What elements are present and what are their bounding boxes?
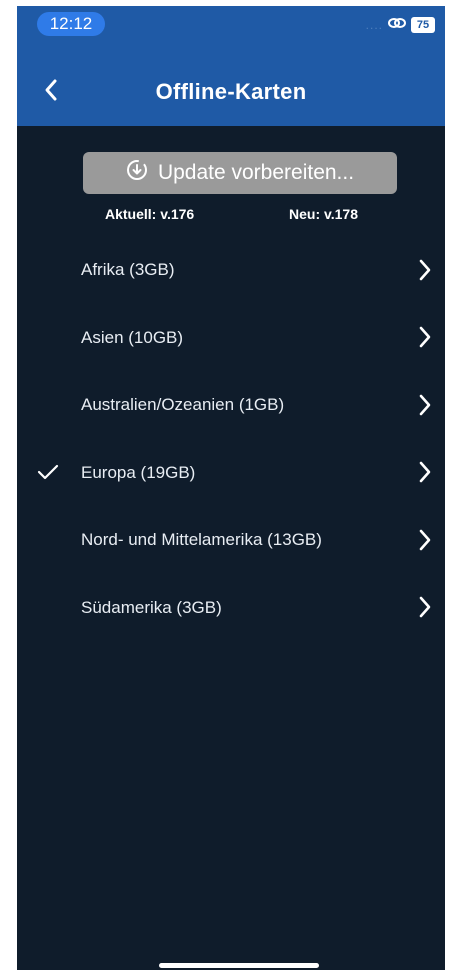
region-label: Asien (10GB) xyxy=(81,327,184,347)
status-icons: .... 75 xyxy=(366,14,435,36)
version-info: Aktuell: v.176 Neu: v.178 xyxy=(17,206,445,226)
chevron-right-icon xyxy=(413,304,437,372)
update-prepare-button[interactable]: Update vorbereiten... xyxy=(83,152,397,194)
status-time: 12:12 xyxy=(37,12,105,36)
region-label: Südamerika (3GB) xyxy=(81,597,222,617)
region-label: Europa (19GB) xyxy=(81,462,196,482)
status-bar: 12:12 .... 75 xyxy=(17,6,445,46)
update-button-label: Update vorbereiten... xyxy=(157,161,355,184)
current-version: Aktuell: v.176 xyxy=(105,206,195,222)
chevron-right-icon xyxy=(413,371,437,439)
header-bar: 12:12 .... 75 Offline-Karten xyxy=(17,6,445,126)
page-title: Offline-Karten xyxy=(155,79,307,104)
chevron-right-icon xyxy=(413,506,437,574)
region-item-afrika[interactable]: Afrika (3GB) xyxy=(17,236,445,304)
chevron-right-icon xyxy=(413,574,437,642)
region-item-asien[interactable]: Asien (10GB) xyxy=(17,304,445,372)
region-item-europa[interactable]: Europa (19GB) xyxy=(17,439,445,507)
chevron-right-icon xyxy=(413,236,437,304)
region-item-australien-ozeanien[interactable]: Australien/Ozeanien (1GB) xyxy=(17,371,445,439)
region-item-nord-mittelamerika[interactable]: Nord- und Mittelamerika (13GB) xyxy=(17,506,445,574)
app-screen: 12:12 .... 75 Offline-Karten Update vorb… xyxy=(17,6,445,970)
region-item-suedamerika[interactable]: Südamerika (3GB) xyxy=(17,574,445,642)
region-label: Afrika (3GB) xyxy=(81,260,175,279)
checkmark-icon xyxy=(33,439,63,507)
home-indicator[interactable] xyxy=(159,963,319,968)
new-version: Neu: v.178 xyxy=(289,206,358,222)
region-label: Australien/Ozeanien (1GB) xyxy=(81,395,285,414)
region-label: Nord- und Mittelamerika (13GB) xyxy=(81,530,322,549)
download-circle-icon xyxy=(126,159,148,187)
chevron-right-icon xyxy=(413,439,437,507)
region-list: Afrika (3GB) Asien (10GB) Australien/Oze… xyxy=(17,236,445,641)
signal-icon: .... xyxy=(365,18,383,32)
link-icon xyxy=(387,16,407,35)
battery-icon: 75 xyxy=(411,17,435,33)
